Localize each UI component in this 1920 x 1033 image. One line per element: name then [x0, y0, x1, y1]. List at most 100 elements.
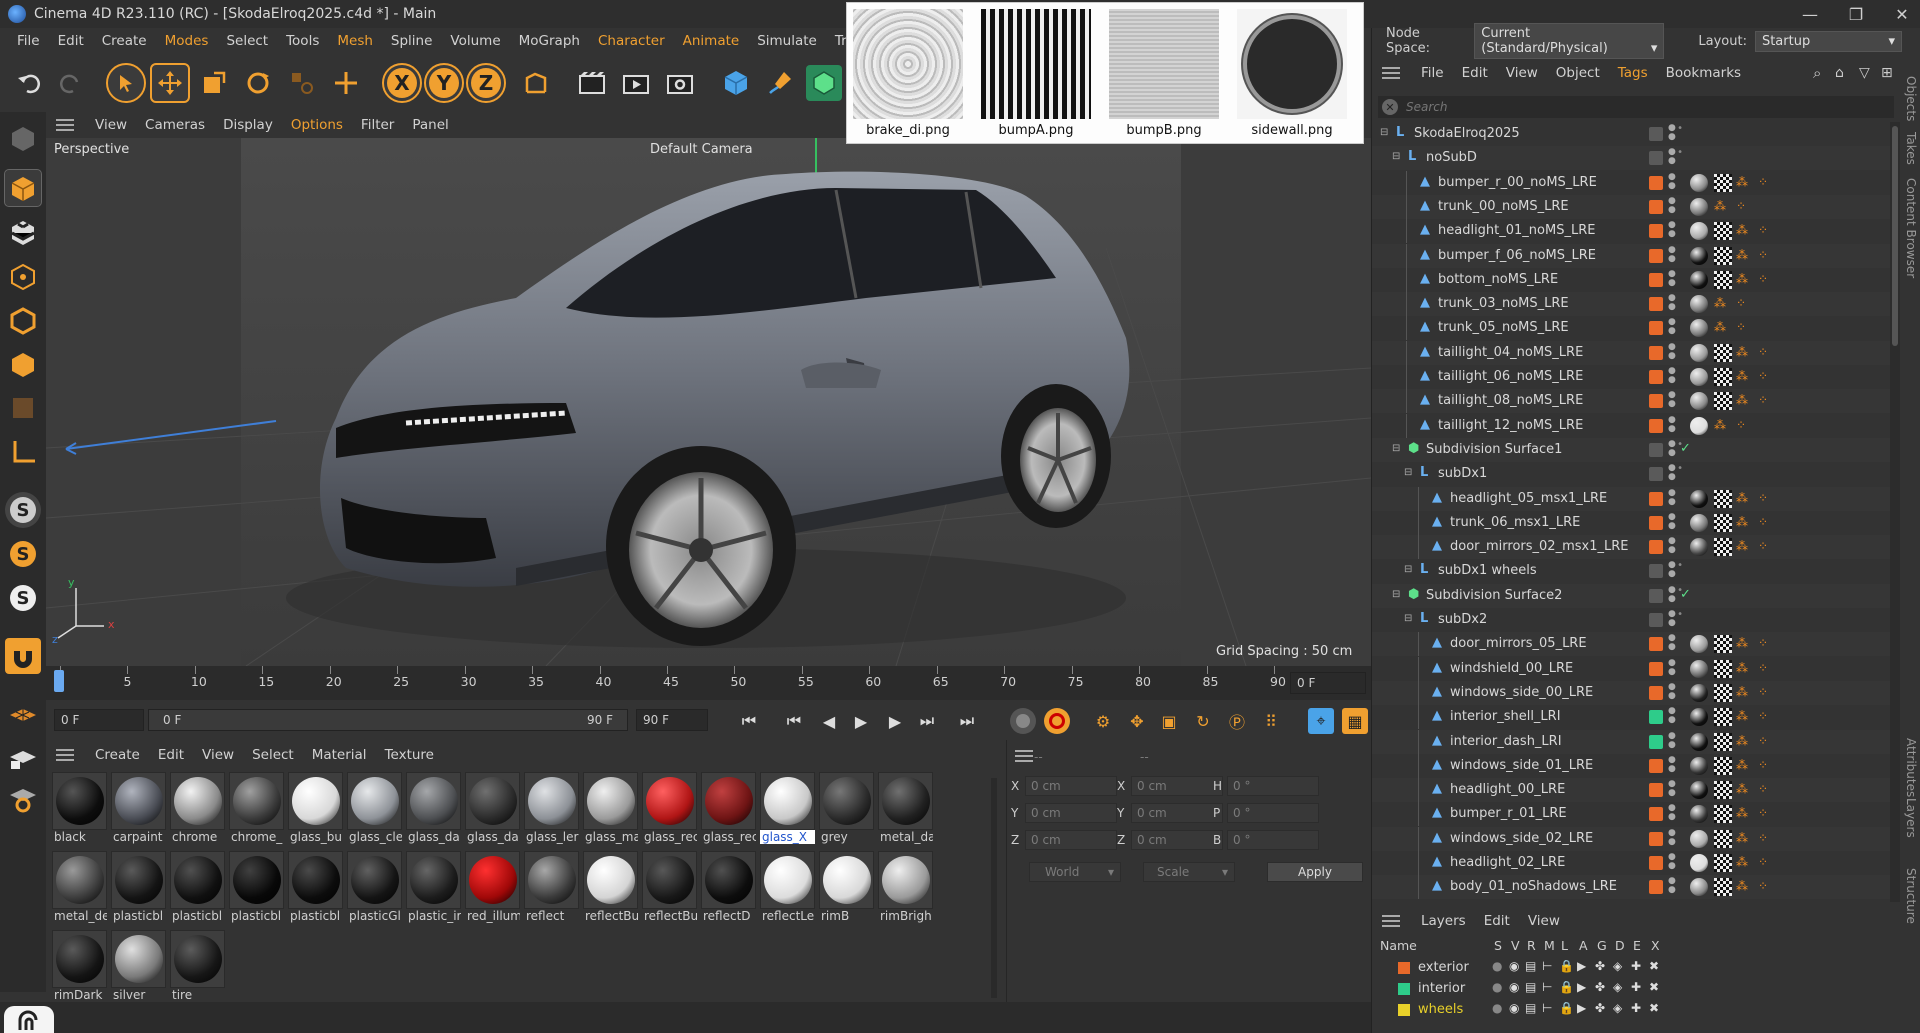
menu-animate[interactable]: Animate — [674, 33, 749, 49]
viewport-menu-icon[interactable] — [56, 119, 74, 131]
phong-tag-icon[interactable]: ⁂ — [1736, 345, 1748, 359]
apply-button[interactable]: Apply — [1267, 862, 1363, 882]
layer-color-swatch[interactable] — [1649, 540, 1663, 555]
material-tag-icon[interactable] — [1690, 246, 1708, 265]
material-swatch[interactable]: silver — [111, 930, 166, 1006]
new-window-icon[interactable]: ⊞ — [1872, 65, 1902, 81]
expand-toggle-icon[interactable]: ⊟ — [1404, 613, 1412, 624]
texture-tag-icon[interactable] — [1714, 781, 1732, 800]
timeline-window-icon[interactable]: ▦ — [1342, 708, 1368, 734]
texture-tag-icon[interactable] — [1714, 878, 1732, 897]
visibility-dots-icon[interactable]: ● ● — [1668, 682, 1676, 701]
scheme-icon[interactable]: ⌖ — [1308, 708, 1334, 734]
material-tag-icon[interactable] — [1690, 197, 1708, 216]
visibility-dots-icon[interactable]: ● ● — [1668, 755, 1676, 774]
menu-modes[interactable]: Modes — [156, 33, 218, 49]
material-menu-texture[interactable]: Texture — [376, 747, 443, 763]
layer-color-swatch[interactable] — [1649, 418, 1663, 433]
object-row[interactable]: ⊟ ⬢ Subdivision Surface1 • • ● ● ✓ — [1372, 437, 1890, 462]
layer-color-swatch[interactable] — [1649, 345, 1663, 360]
viewport-menu-display[interactable]: Display — [214, 117, 282, 133]
visibility-dots-icon[interactable]: ● ● — [1668, 464, 1676, 482]
object-search-input[interactable] — [1406, 100, 1866, 114]
edit-visibility-icon[interactable] — [1649, 127, 1663, 141]
coord-value-field[interactable]: 0 cm — [1025, 830, 1117, 850]
object-row[interactable]: ▲ bottom_noMS_LRE ● ● ⁂ ⁘ — [1372, 267, 1890, 292]
object-row[interactable]: ▲ windows_side_01_LRE ● ● ⁂ ⁘ — [1372, 753, 1890, 778]
close-icon[interactable]: ✕ — [1894, 5, 1910, 24]
world-coordinates-icon[interactable] — [518, 65, 554, 101]
uvw-tag-icon[interactable]: ⁘ — [1758, 806, 1768, 820]
timeline-ruler[interactable]: 051015202530354045505560657075808590 0 F — [46, 666, 1371, 700]
visibility-dots-icon[interactable]: ● ● — [1668, 731, 1676, 750]
rotate-icon[interactable] — [240, 65, 276, 101]
make-editable-icon[interactable] — [5, 120, 41, 156]
locked-workplane-icon[interactable] — [5, 738, 41, 774]
visibility-dots-icon[interactable]: ● ● — [1668, 634, 1676, 652]
playhead-handle[interactable] — [54, 670, 64, 692]
visibility-dots-icon[interactable]: ● ● — [1668, 245, 1676, 264]
layer-color-swatch[interactable] — [1398, 983, 1410, 995]
material-tag-icon[interactable] — [1690, 270, 1708, 289]
side-tab-layers[interactable]: Layers — [1904, 798, 1918, 838]
uvw-tag-icon[interactable]: ⁘ — [1758, 661, 1768, 675]
xref-icon[interactable]: ✖ — [1649, 980, 1659, 994]
visibility-dots-icon[interactable]: ● ● — [1668, 488, 1676, 507]
axis-mode-icon[interactable] — [5, 434, 41, 470]
texture-tag-icon[interactable] — [1714, 756, 1732, 775]
animation-play-icon[interactable]: ▶ — [1577, 959, 1586, 973]
material-swatch[interactable]: metal_da — [878, 772, 933, 848]
material-scrollbar[interactable] — [991, 778, 997, 998]
subdivision-surface-icon[interactable] — [806, 65, 842, 101]
material-swatch[interactable]: rimB — [819, 851, 874, 927]
cube-primitive-icon[interactable] — [718, 65, 754, 101]
enabled-check-icon[interactable]: ✓ — [1680, 587, 1691, 602]
visibility-dots-icon[interactable]: ● ● — [1668, 172, 1676, 191]
coord-value-field[interactable]: 0 cm — [1025, 803, 1117, 823]
visibility-dots-icon[interactable]: ● ● — [1668, 707, 1676, 725]
phong-tag-icon[interactable]: ⁂ — [1736, 758, 1748, 772]
expand-toggle-icon[interactable]: ⊟ — [1404, 467, 1412, 478]
coord-value-field[interactable]: 0 cm — [1131, 803, 1223, 823]
material-swatch[interactable]: plasticbl — [288, 851, 343, 927]
material-swatch[interactable]: reflectBu — [642, 851, 697, 927]
menu-select[interactable]: Select — [217, 33, 277, 49]
texture-tag-icon[interactable] — [1714, 246, 1732, 265]
uvw-tag-icon[interactable]: ⁘ — [1758, 539, 1768, 553]
generator-icon[interactable]: ✤ — [1595, 959, 1605, 973]
material-swatch[interactable]: glass_da — [465, 772, 520, 848]
lock-icon[interactable]: 🔒 — [1559, 1001, 1574, 1015]
menu-edit[interactable]: Edit — [49, 33, 93, 49]
material-tag-icon[interactable] — [1690, 489, 1708, 508]
material-menu-edit[interactable]: Edit — [149, 747, 193, 763]
bumpa-texture-thumbnail[interactable] — [981, 9, 1091, 119]
phong-tag-icon[interactable]: ⁂ — [1736, 782, 1748, 796]
object-row[interactable]: ⊟ LsubDx2 • • ● ● — [1372, 608, 1890, 632]
uvw-tag-icon[interactable]: ⁘ — [1758, 831, 1768, 845]
layer-color-swatch[interactable] — [1649, 370, 1663, 384]
visibility-dots-icon[interactable]: ● ● — [1668, 124, 1676, 142]
phong-tag-icon[interactable]: ⁂ — [1736, 636, 1748, 650]
transform-mode-dropdown[interactable]: Scale ▾ — [1143, 862, 1235, 882]
move-icon[interactable] — [150, 63, 190, 103]
visibility-dots-icon[interactable]: ● ● — [1668, 318, 1676, 336]
layer-row[interactable]: exterior ● ◉ ▤ ⊢ 🔒 ▶ ✤ ◈ ✚ ✖ — [1372, 958, 1902, 978]
material-swatch[interactable]: rimBrigh — [878, 851, 933, 927]
enabled-check-icon[interactable]: ✓ — [1680, 441, 1691, 456]
menu-create[interactable]: Create — [93, 33, 156, 49]
phong-tag-icon[interactable]: ⁂ — [1714, 418, 1726, 432]
coord-value-field[interactable]: 0 ° — [1227, 830, 1319, 850]
uvw-tag-icon[interactable]: ⁘ — [1758, 782, 1768, 796]
render-picture-viewer-icon[interactable] — [618, 65, 654, 101]
texture-tag-icon[interactable] — [1714, 538, 1732, 557]
xref-icon[interactable]: ✖ — [1649, 959, 1659, 973]
animation-play-icon[interactable]: ▶ — [1577, 980, 1586, 994]
coord-value-field[interactable]: 0 cm — [1025, 776, 1117, 796]
coord-value-field[interactable]: 0 cm — [1131, 830, 1223, 850]
edit-visibility-icon[interactable] — [1649, 467, 1663, 482]
texture-tag-icon[interactable] — [1714, 222, 1732, 241]
uv-mode-icon[interactable] — [5, 390, 41, 426]
next-key-icon[interactable]: ⏭ — [914, 708, 940, 734]
visibility-dots-icon[interactable]: ● ● — [1668, 780, 1676, 798]
material-tag-icon[interactable] — [1690, 392, 1708, 411]
